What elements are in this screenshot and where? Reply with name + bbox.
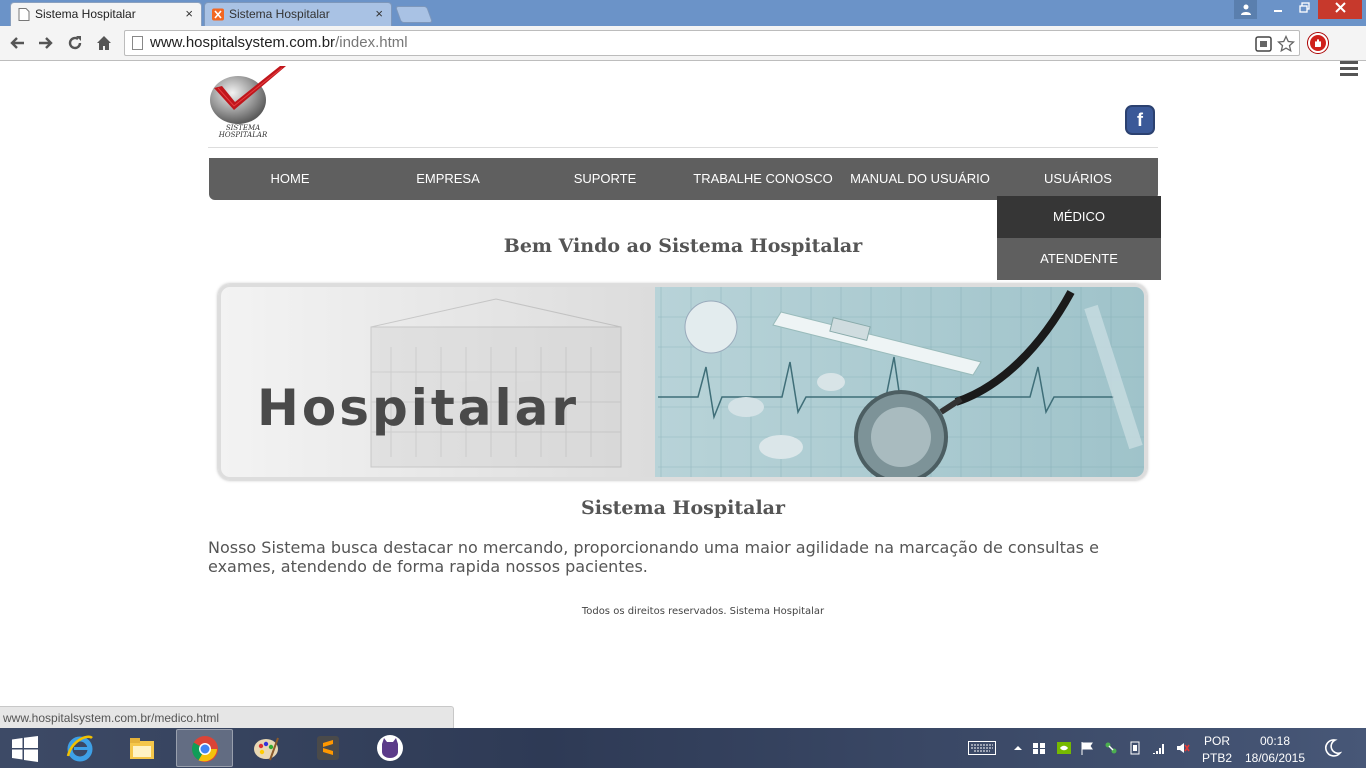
- browser-toolbar: www.hospitalsystem.com.br/index.html: [0, 26, 1366, 76]
- welcome-heading: Bem Vindo ao Sistema Hospitalar: [503, 235, 863, 257]
- minimize-button[interactable]: [1265, 0, 1291, 19]
- nvidia-icon[interactable]: [1057, 741, 1071, 755]
- browser-titlebar: Sistema Hospitalar × Sistema Hospitalar …: [0, 0, 1366, 26]
- paint-palette-icon: [254, 737, 279, 761]
- close-window-button[interactable]: [1318, 0, 1362, 19]
- header-divider: [208, 147, 1158, 148]
- network-sharing-icon[interactable]: [1104, 741, 1118, 755]
- keyboard-layout: PTB2: [1201, 751, 1232, 765]
- tab-title: Sistema Hospitalar: [35, 7, 136, 21]
- clock-date: 18/06/2015: [1244, 751, 1306, 765]
- action-center-flag-icon[interactable]: [1080, 741, 1094, 755]
- page-icon: [132, 36, 143, 50]
- forward-icon[interactable]: [34, 31, 58, 55]
- chrome-menu-icon[interactable]: [1340, 61, 1358, 77]
- nav-trabalhe-conosco[interactable]: TRABALHE CONOSCO: [684, 158, 842, 200]
- home-icon[interactable]: [92, 31, 116, 55]
- tab-close-icon[interactable]: ×: [185, 3, 193, 25]
- logo-caption: SISTEMA HOSPITALAR: [208, 125, 278, 139]
- clock-time: 00:18: [1259, 734, 1291, 748]
- taskbar-sublime-text[interactable]: [300, 729, 357, 767]
- xampp-icon: [212, 8, 224, 21]
- chrome-icon: [191, 736, 218, 762]
- taskbar-file-explorer[interactable]: [114, 729, 171, 767]
- logo-line-2: HOSPITALAR: [218, 131, 268, 139]
- cat-app-icon: [377, 735, 403, 761]
- new-tab-button[interactable]: [394, 6, 434, 23]
- restore-button[interactable]: [1291, 0, 1317, 19]
- back-icon[interactable]: [5, 31, 29, 55]
- quiet-hours-moon-icon[interactable]: [1322, 738, 1342, 758]
- input-language-indicator[interactable]: POR PTB2: [1200, 728, 1234, 768]
- description-text: Nosso Sistema busca destacar no mercando…: [208, 538, 1099, 576]
- clock[interactable]: 00:18 18/06/2015: [1240, 728, 1310, 768]
- nav-suporte[interactable]: SUPORTE: [526, 158, 684, 200]
- sublime-text-icon: [317, 736, 339, 760]
- facebook-icon[interactable]: f: [1125, 105, 1155, 135]
- nav-home[interactable]: HOME: [211, 158, 369, 200]
- windows-taskbar: POR PTB2 00:18 18/06/2015: [0, 728, 1366, 768]
- windows-flag-icon[interactable]: [1032, 741, 1046, 755]
- start-button[interactable]: [0, 729, 50, 767]
- power-plug-icon[interactable]: [1128, 741, 1142, 755]
- tab-sistema-hospitalar-2[interactable]: Sistema Hospitalar ×: [204, 2, 392, 26]
- nav-empresa[interactable]: EMPRESA: [369, 158, 527, 200]
- section-subtitle: Sistema Hospitalar: [581, 497, 785, 519]
- tab-close-icon[interactable]: ×: [375, 3, 383, 25]
- tab-sistema-hospitalar-active[interactable]: Sistema Hospitalar ×: [10, 2, 202, 26]
- link-status-bar: www.hospitalsystem.com.br/medico.html: [0, 706, 454, 728]
- url-path: /index.html: [335, 34, 408, 51]
- page-icon: [18, 8, 30, 21]
- language-code: POR: [1203, 734, 1230, 748]
- touch-keyboard-icon[interactable]: [968, 728, 998, 768]
- address-bar[interactable]: www.hospitalsystem.com.br/index.html: [124, 30, 1300, 56]
- dropdown-item-medico[interactable]: MÉDICO: [997, 196, 1161, 238]
- url-host: www.hospitalsystem.com.br: [150, 34, 336, 51]
- extension-icon[interactable]: [1255, 35, 1273, 53]
- taskbar-paint[interactable]: [238, 729, 295, 767]
- internet-explorer-icon: [66, 735, 93, 762]
- signal-bars-icon[interactable]: [1152, 741, 1166, 755]
- taskbar-internet-explorer[interactable]: [52, 729, 109, 767]
- adblock-icon[interactable]: [1308, 33, 1328, 53]
- user-profile-icon[interactable]: [1234, 0, 1257, 19]
- banner-word: Hospitalar: [257, 379, 580, 437]
- reload-icon[interactable]: [63, 31, 87, 55]
- taskbar-app-cat[interactable]: [362, 729, 419, 767]
- footer-text: Todos os direitos reservados. Sistema Ho…: [581, 606, 825, 617]
- main-navigation: HOME EMPRESA SUPORTE TRABALHE CONOSCO MA…: [209, 158, 1158, 200]
- nav-usuarios[interactable]: USUÁRIOS: [999, 158, 1157, 200]
- folder-icon: [130, 738, 154, 759]
- volume-muted-icon[interactable]: [1176, 741, 1190, 755]
- windows-logo-icon: [12, 736, 38, 762]
- nav-manual-do-usuario[interactable]: MANUAL DO USUÁRIO: [841, 158, 999, 200]
- taskbar-chrome[interactable]: [176, 729, 233, 767]
- tab-title: Sistema Hospitalar: [229, 7, 330, 21]
- hospital-banner-image: Hospitalar: [218, 284, 1147, 480]
- chevron-up-icon[interactable]: [1011, 741, 1025, 755]
- bookmark-star-icon[interactable]: [1277, 35, 1295, 53]
